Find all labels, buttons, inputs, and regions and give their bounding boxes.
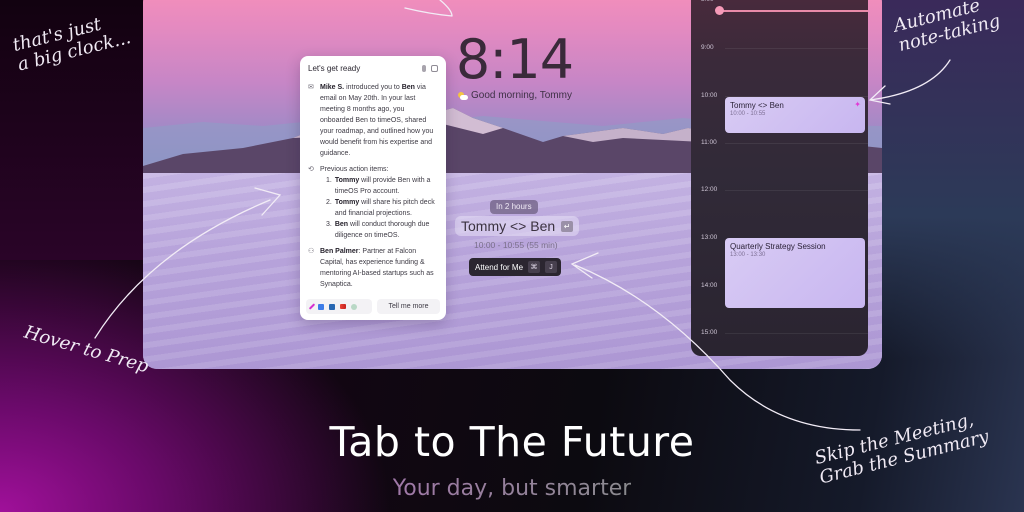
intro-text: introduced you to [344, 84, 402, 91]
intro-section: ✉ Mike S. introduced you to Ben via emai… [308, 82, 438, 159]
clock-time: 8:14 [455, 28, 574, 91]
meeting-prep-card: Let's get ready ✉ Mike S. introduced you… [300, 56, 446, 320]
assignee: Tommy [334, 177, 360, 184]
hour-label: 11:00 [701, 139, 717, 146]
event-title: Tommy <> Ben [730, 101, 784, 110]
event-time: 10:00 - 10:55 [730, 111, 766, 117]
intro-text-cont: via email on May 20th. In your last meet… [320, 84, 434, 157]
action-item: 1. Tommy will provide Ben with a timeOS P… [326, 175, 438, 197]
mail-icon: ✉ [308, 84, 314, 91]
hour-row: 12:00 [691, 186, 868, 200]
greeting-text: Good morning, Tommy [471, 90, 572, 101]
calendar-event[interactable]: Tommy <> Ben 10:00 - 10:55 ✦ [725, 97, 865, 133]
subheadline-text: Your day, but smarter [392, 476, 632, 501]
hour-label: 13:00 [701, 234, 718, 241]
partly-sunny-icon [458, 91, 468, 100]
subheadline: Your day, but smarter [0, 476, 1024, 501]
prep-annotation: Hover to Prep [21, 321, 151, 378]
microphone-icon[interactable] [422, 64, 426, 72]
copy-icon[interactable] [431, 64, 438, 72]
history-icon: ⟲ [308, 166, 314, 173]
action-items-section: ⟲ Previous action items: 1. Tommy will pr… [308, 164, 438, 241]
action-item: 3. Ben will conduct thorough due diligenc… [326, 219, 438, 241]
ai-sparkle-icon: ✦ [854, 100, 861, 109]
next-meeting-time: 10:00 - 10:55 (55 min) [474, 240, 558, 250]
hour-row: 15:00 [691, 329, 868, 343]
assignee: Ben [334, 221, 349, 228]
current-time-dot [715, 6, 724, 15]
calendar-panel: 8:00 9:00 10:00 11:00 12:00 13:00 14:00 … [691, 0, 868, 356]
time-until-badge: In 2 hours [490, 200, 538, 214]
hour-row: 11:00 [691, 139, 868, 153]
enter-key-icon: ↵ [561, 220, 574, 232]
person-icon: ⚇ [308, 248, 315, 255]
next-meeting-title-text: Tommy <> Ben [461, 218, 556, 234]
hour-label: 15:00 [701, 329, 718, 336]
hour-row: 9:00 [691, 44, 868, 58]
hour-label: 9:00 [701, 44, 714, 51]
introducer-name: Mike S. [320, 84, 345, 91]
action-items-heading: Previous action items: [320, 166, 389, 173]
item-text: will conduct thorough due diligence on t… [334, 221, 430, 239]
item-number: 2. [326, 199, 332, 206]
next-meeting-title[interactable]: Tommy <> Ben ↵ [455, 216, 580, 236]
hour-label: 8:00 [701, 0, 714, 3]
action-item: 2. Tommy will share his pitch deck and fi… [326, 197, 438, 219]
hour-label: 10:00 [701, 92, 718, 99]
hour-label: 12:00 [701, 186, 718, 193]
calendar-icon[interactable] [318, 303, 324, 310]
hour-label: 14:00 [701, 282, 718, 289]
command-key-icon: ⌘ [528, 261, 541, 273]
j-key: J [545, 261, 558, 273]
attend-for-me-button[interactable]: Attend for Me ⌘ J [469, 258, 562, 276]
event-title: Quarterly Strategy Session [730, 242, 826, 251]
profile-name: Ben Palmer [320, 248, 359, 255]
item-number: 3. [326, 221, 332, 228]
current-time-line [721, 10, 868, 12]
greeting: Good morning, Tommy [458, 90, 572, 101]
assignee: Tommy [334, 199, 360, 206]
event-time: 13:00 - 13:30 [730, 252, 766, 258]
contact-name: Ben [401, 84, 415, 91]
calendar-event[interactable]: Quarterly Strategy Session 13:00 - 13:30 [725, 238, 865, 308]
item-number: 1. [326, 177, 332, 184]
profile-section: ⚇ Ben Palmer: Partner at Falcon Capital,… [308, 246, 438, 290]
tell-me-more-button[interactable]: Tell me more [377, 299, 440, 314]
prep-card-title: Let's get ready [308, 63, 361, 73]
background-glow [864, 0, 1024, 360]
connected-apps [306, 299, 372, 314]
drive-icon[interactable] [351, 303, 357, 310]
slack-icon[interactable] [308, 303, 316, 310]
gmail-icon[interactable] [340, 304, 346, 309]
attend-label: Attend for Me [475, 262, 524, 272]
linkedin-icon[interactable] [329, 303, 335, 310]
